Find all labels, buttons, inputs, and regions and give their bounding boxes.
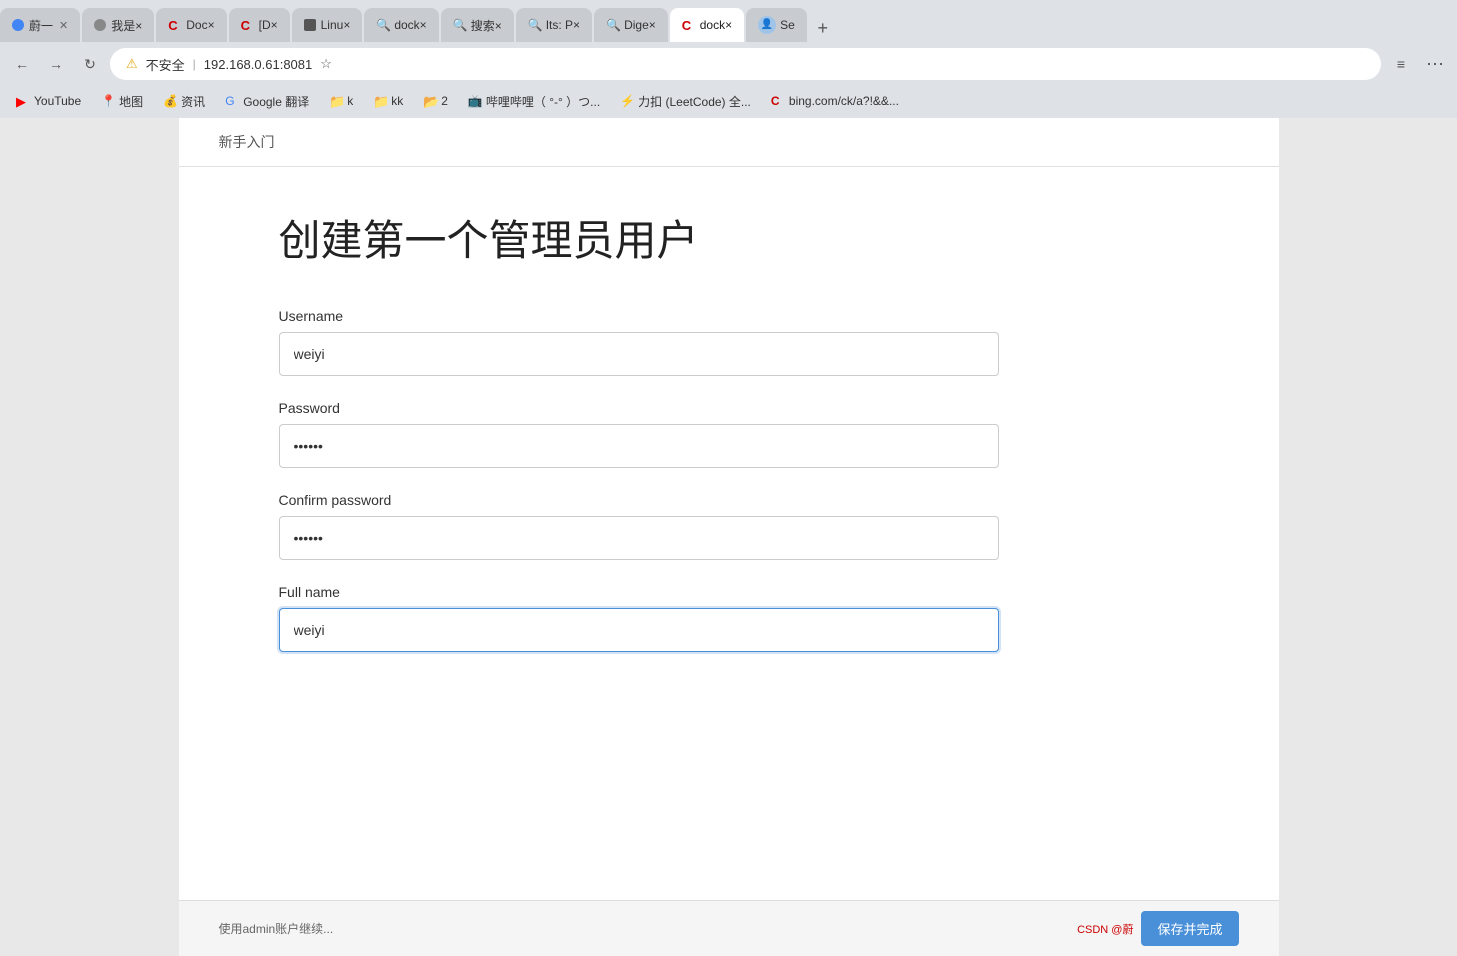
tab-6-favicon: 🔍 <box>376 18 390 32</box>
tab-1[interactable]: 蔚一 ✕ <box>0 8 80 42</box>
address-bar-row: ← → ↻ ⚠ 不安全 | 192.168.0.61:8081 ☆ ≡ ⋯ <box>0 42 1457 86</box>
password-input[interactable] <box>279 424 999 468</box>
bilibili-favicon: 📺 <box>468 94 482 108</box>
bottom-bar: 使用admin账户继续... CSDN @蔚 保存并完成 <box>179 900 1279 956</box>
bookmark-bing[interactable]: C bing.com/ck/a?!&&... <box>763 91 907 111</box>
bookmark-translate-label: Google 翻译 <box>243 93 309 110</box>
bookmark-maps[interactable]: 📍 地图 <box>93 90 151 113</box>
not-secure-label: 不安全 <box>146 55 185 74</box>
username-input[interactable] <box>279 332 999 376</box>
tab-9-favicon: 🔍 <box>606 18 620 32</box>
username-label: Username <box>279 308 1179 324</box>
tab-3-favicon: C <box>168 18 182 32</box>
password-group: Password <box>279 400 1179 468</box>
tab-5-favicon <box>304 19 316 31</box>
tab-bar: 蔚一 ✕ 我是× C Doc× C [D× Linu× 🔍 dock× <box>0 0 1457 42</box>
breadcrumb: 新手入门 <box>179 118 1279 167</box>
tab-10-active[interactable]: C dock× <box>670 8 744 42</box>
breadcrumb-label: 新手入门 <box>219 134 275 150</box>
bookmark-leetcode[interactable]: ⚡ 力扣 (LeetCode) 全... <box>612 90 759 113</box>
full-name-input[interactable] <box>279 608 999 652</box>
tab-2[interactable]: 我是× <box>82 8 154 42</box>
reload-button[interactable]: ↻ <box>76 50 104 78</box>
tab-6[interactable]: 🔍 dock× <box>364 8 438 42</box>
save-button[interactable]: 保存并完成 <box>1141 911 1238 946</box>
confirm-password-label: Confirm password <box>279 492 1179 508</box>
new-tab-button[interactable]: + <box>809 14 837 42</box>
tab-11-favicon: 👤 <box>758 16 776 34</box>
translate-favicon: G <box>225 94 239 108</box>
bookmark-2-label: 2 <box>441 94 448 108</box>
tab-3[interactable]: C Doc× <box>156 8 226 42</box>
full-name-group: Full name <box>279 584 1179 652</box>
bookmark-maps-label: 地图 <box>119 93 143 110</box>
tab-1-close[interactable]: ✕ <box>59 19 68 32</box>
bookmark-bing-label: bing.com/ck/a?!&&... <box>789 94 899 108</box>
tab-8-favicon: 🔍 <box>528 18 542 32</box>
tab-4-favicon: C <box>241 18 255 32</box>
read-mode-button[interactable]: ≡ <box>1387 50 1415 78</box>
bookmark-translate[interactable]: G Google 翻译 <box>217 90 317 113</box>
tab-1-favicon <box>12 19 24 31</box>
more-tools-button[interactable]: ⋯ <box>1421 50 1449 78</box>
tab-10-favicon: C <box>682 18 696 32</box>
security-warning-icon: ⚠ <box>126 56 138 72</box>
page-content: 新手入门 创建第一个管理员用户 Username Password Confir… <box>179 118 1279 956</box>
bookmark-bilibili-label: 哔哩哔哩（ °-° ）つ... <box>486 93 600 110</box>
bookmark-k-label: k <box>347 94 353 108</box>
tab-8[interactable]: 🔍 Its: P× <box>516 8 592 42</box>
maps-favicon: 📍 <box>101 94 115 108</box>
csdn-watermark: CSDN @蔚 <box>1077 921 1133 937</box>
bookmark-news-label: 资讯 <box>181 93 205 110</box>
bookmarks-bar: ▶ YouTube 📍 地图 💰 资讯 G Google 翻译 📁 k 📁 kk <box>0 86 1457 118</box>
address-icons: ☆ <box>320 56 332 72</box>
bookmark-2[interactable]: 📂 2 <box>415 91 456 111</box>
bookmark-bilibili[interactable]: 📺 哔哩哔哩（ °-° ）つ... <box>460 90 608 113</box>
admin-hint: 使用admin账户继续... <box>219 920 334 937</box>
tab-4[interactable]: C [D× <box>229 8 290 42</box>
password-label: Password <box>279 400 1179 416</box>
star-icon[interactable]: ☆ <box>320 56 332 72</box>
bookmark-youtube[interactable]: ▶ YouTube <box>8 91 89 111</box>
form-title: 创建第一个管理员用户 <box>279 207 1179 268</box>
leetcode-favicon: ⚡ <box>620 94 634 108</box>
folder2-favicon: 📂 <box>423 94 437 108</box>
tab-7[interactable]: 🔍 搜索× <box>441 8 514 42</box>
bookmark-k[interactable]: 📁 k <box>321 91 361 111</box>
bookmark-leetcode-label: 力扣 (LeetCode) 全... <box>638 93 751 110</box>
tab-5[interactable]: Linu× <box>292 8 363 42</box>
kk-favicon: 📁 <box>373 94 387 108</box>
bookmark-youtube-label: YouTube <box>34 94 81 108</box>
url-text: 192.168.0.61:8081 <box>204 57 312 72</box>
tab-11[interactable]: 👤 Se <box>746 8 807 42</box>
forward-button[interactable]: → <box>42 50 70 78</box>
k-favicon: 📁 <box>329 94 343 108</box>
bing-favicon: C <box>771 94 785 108</box>
tab-7-favicon: 🔍 <box>453 18 467 32</box>
bookmark-news[interactable]: 💰 资讯 <box>155 90 213 113</box>
full-name-label: Full name <box>279 584 1179 600</box>
youtube-favicon: ▶ <box>16 94 30 108</box>
username-group: Username <box>279 308 1179 376</box>
browser-chrome: 蔚一 ✕ 我是× C Doc× C [D× Linu× 🔍 dock× <box>0 0 1457 118</box>
confirm-password-input[interactable] <box>279 516 999 560</box>
form-container: 创建第一个管理员用户 Username Password Confirm pas… <box>179 167 1279 716</box>
back-button[interactable]: ← <box>8 50 36 78</box>
bookmark-kk-label: kk <box>391 94 403 108</box>
tab-2-favicon <box>94 19 106 31</box>
bookmark-kk[interactable]: 📁 kk <box>365 91 411 111</box>
address-field[interactable]: ⚠ 不安全 | 192.168.0.61:8081 ☆ <box>110 48 1381 80</box>
tab-9[interactable]: 🔍 Dige× <box>594 8 668 42</box>
confirm-password-group: Confirm password <box>279 492 1179 560</box>
page-area: 新手入门 创建第一个管理员用户 Username Password Confir… <box>0 118 1457 956</box>
news-favicon: 💰 <box>163 94 177 108</box>
